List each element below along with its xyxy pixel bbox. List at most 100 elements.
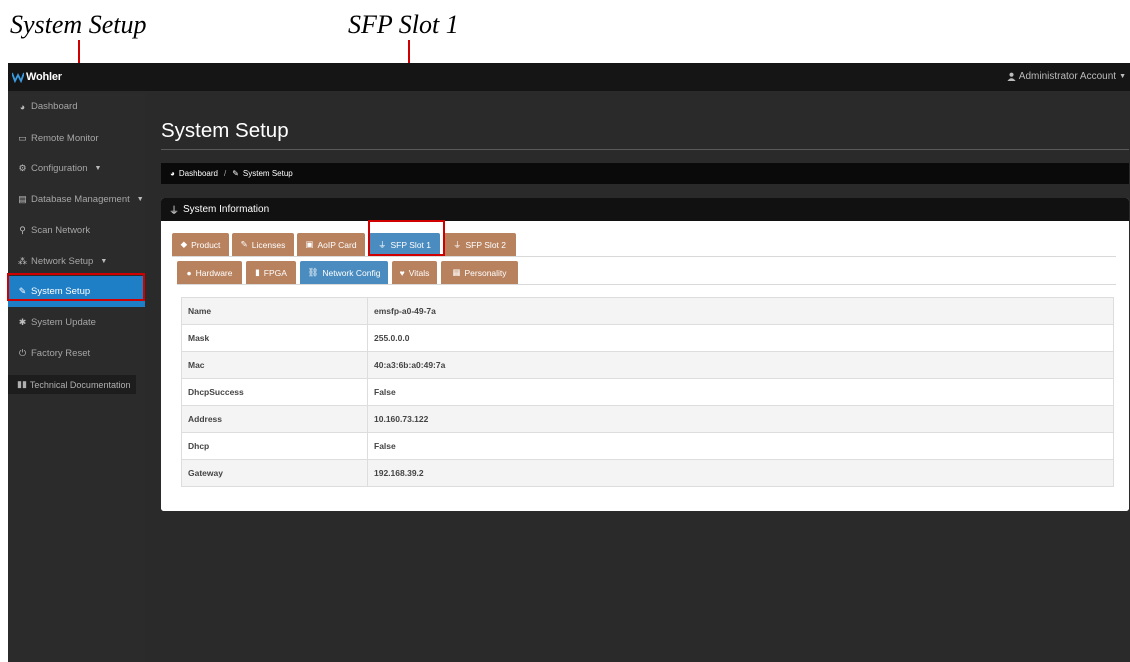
tab-label: Product <box>191 239 221 250</box>
breadcrumb-current: System Setup <box>242 169 293 178</box>
sidebar-item-factory-reset[interactable]: ⏻ Factory Reset <box>8 338 145 369</box>
tab-vitals[interactable]: ♥ Vitals <box>392 261 437 284</box>
table-value: 192.168.39.2 <box>367 459 1114 487</box>
dashboard-icon: ◕ <box>19 101 26 112</box>
tab-personality[interactable]: ▦ Personality <box>441 261 518 284</box>
sidebar-item-label: Scan Network <box>31 225 91 236</box>
sidebar-item-dashboard[interactable]: ◕ Dashboard <box>8 91 145 122</box>
wrench-icon: ✎ <box>232 169 239 178</box>
brand-name: Wohler <box>26 71 62 83</box>
top-bar: Wohler Administrator Account ▼ <box>8 63 1130 91</box>
wohler-logo-icon <box>12 72 24 83</box>
tag-icon: ◆ <box>180 239 188 249</box>
table-value: 40:a3:6b:a0:49:7a <box>367 351 1114 379</box>
breadcrumb-separator: / <box>223 169 227 178</box>
id-card-icon: ▦ <box>452 267 461 277</box>
sidebar-item-configuration[interactable]: ⚙ Configuration ▼ <box>8 153 145 184</box>
chevron-down-icon: ▼ <box>100 258 108 265</box>
sidebar-item-label: Network Setup <box>31 256 94 267</box>
network-config-table: Name emsfp-a0-49-7a Mask 255.0.0.0 Mac 4… <box>181 297 1114 487</box>
sidebar-item-scan-network[interactable]: ⚲ Scan Network <box>8 215 145 246</box>
wrench-icon: ✎ <box>240 239 248 249</box>
sidebar-item-label: Remote Monitor <box>31 133 99 144</box>
tab-row-divider <box>177 284 1116 285</box>
chevron-down-icon: ▼ <box>136 196 144 203</box>
main-content: System Setup ◕ Dashboard / ✎ System Setu… <box>145 91 1130 662</box>
search-icon: ⚲ <box>19 225 26 235</box>
system-information-panel: ⏚ System Information ◆ Product ✎ License… <box>161 198 1129 511</box>
tab-label: Personality <box>464 267 507 278</box>
monitor-icon: ▭ <box>18 133 27 143</box>
breadcrumb: ◕ Dashboard / ✎ System Setup <box>161 163 1129 184</box>
sidebar-item-system-update[interactable]: ✱ System Update <box>8 307 145 338</box>
tab-label: Network Config <box>322 267 381 278</box>
database-icon: ▤ <box>18 194 27 204</box>
tab-sfp-slot-2[interactable]: ⏚ SFP Slot 2 <box>443 233 516 256</box>
panel-title: System Information <box>183 204 270 215</box>
sidebar: ◕ Dashboard ▭ Remote Monitor ⚙ Configura… <box>8 91 145 662</box>
table-key: Gateway <box>181 459 368 487</box>
page-title: System Setup <box>161 119 289 142</box>
card-icon: ▣ <box>305 239 314 249</box>
power-icon: ⏻ <box>18 348 27 358</box>
callout-system-setup: System Setup <box>10 10 147 39</box>
tab-label: SFP Slot 2 <box>465 239 506 250</box>
table-row: Dhcp False <box>181 432 1114 460</box>
sidebar-item-label: Database Management <box>31 194 130 205</box>
sidebar-item-technical-documentation[interactable]: ▮▮ Technical Documentation <box>8 375 136 394</box>
user-icon <box>1007 72 1016 81</box>
sidebar-item-label: Factory Reset <box>31 348 91 359</box>
network-icon: ⛓ <box>307 267 319 277</box>
tab-label: FPGA <box>263 267 287 278</box>
plug-icon: ⏚ <box>453 239 462 250</box>
tab-label: Vitals <box>408 267 430 278</box>
highlight-sfp-slot-1 <box>368 220 445 256</box>
table-value: False <box>367 432 1114 460</box>
sidebar-item-database-management[interactable]: ▤ Database Management ▼ <box>8 184 145 215</box>
table-key: Address <box>181 405 368 433</box>
sidebar-item-label: System Update <box>31 317 96 328</box>
table-key: Mac <box>181 351 368 379</box>
table-row: Mask 255.0.0.0 <box>181 324 1114 352</box>
table-row: Name emsfp-a0-49-7a <box>181 297 1114 325</box>
dashboard-icon: ◕ <box>170 169 175 178</box>
sidebar-item-label: Configuration <box>31 163 88 174</box>
table-key: Mask <box>181 324 368 352</box>
highlight-system-setup <box>7 273 145 301</box>
tab-product[interactable]: ◆ Product <box>172 233 229 256</box>
panel-header: ⏚ System Information <box>161 198 1129 221</box>
sidebar-item-label: Dashboard <box>31 101 78 112</box>
tab-licenses[interactable]: ✎ Licenses <box>232 233 294 256</box>
tab-label: Hardware <box>195 267 233 278</box>
cogs-icon: ⚙ <box>18 163 27 173</box>
tab-hardware[interactable]: ● Hardware <box>177 261 242 284</box>
callout-sfp-slot-1: SFP Slot 1 <box>348 10 459 39</box>
plug-icon: ⏚ <box>169 206 179 217</box>
tab-label: AoIP Card <box>317 239 357 250</box>
book-icon: ▮▮ <box>17 379 27 389</box>
table-key: Dhcp <box>181 432 368 460</box>
table-value: 255.0.0.0 <box>367 324 1114 352</box>
brand-logo[interactable]: Wohler <box>12 69 62 85</box>
table-row: Gateway 192.168.39.2 <box>181 459 1114 487</box>
sidebar-item-remote-monitor[interactable]: ▭ Remote Monitor <box>8 123 145 154</box>
tab-aoip-card[interactable]: ▣ AoIP Card <box>297 233 365 256</box>
chevron-down-icon: ▼ <box>1119 73 1126 80</box>
tab-label: Licenses <box>251 239 286 250</box>
table-row: DhcpSuccess False <box>181 378 1114 406</box>
chevron-down-icon: ▼ <box>94 165 102 172</box>
info-icon: ● <box>186 267 192 278</box>
sitemap-icon: ⁂ <box>18 256 27 266</box>
sidebar-item-label: Technical Documentation <box>29 379 131 390</box>
title-divider <box>161 149 1129 150</box>
account-menu[interactable]: Administrator Account ▼ <box>1007 71 1126 82</box>
breadcrumb-home[interactable]: Dashboard <box>179 169 218 178</box>
account-label: Administrator Account <box>1018 71 1117 82</box>
tab-network-config[interactable]: ⛓ Network Config <box>300 261 388 284</box>
table-row: Mac 40:a3:6b:a0:49:7a <box>181 351 1114 379</box>
table-value: False <box>367 378 1114 406</box>
heartbeat-icon: ♥ <box>399 267 405 278</box>
tab-row-divider <box>172 256 1116 257</box>
table-row: Address 10.160.73.122 <box>181 405 1114 433</box>
tab-fpga[interactable]: ▮ FPGA <box>246 261 296 284</box>
